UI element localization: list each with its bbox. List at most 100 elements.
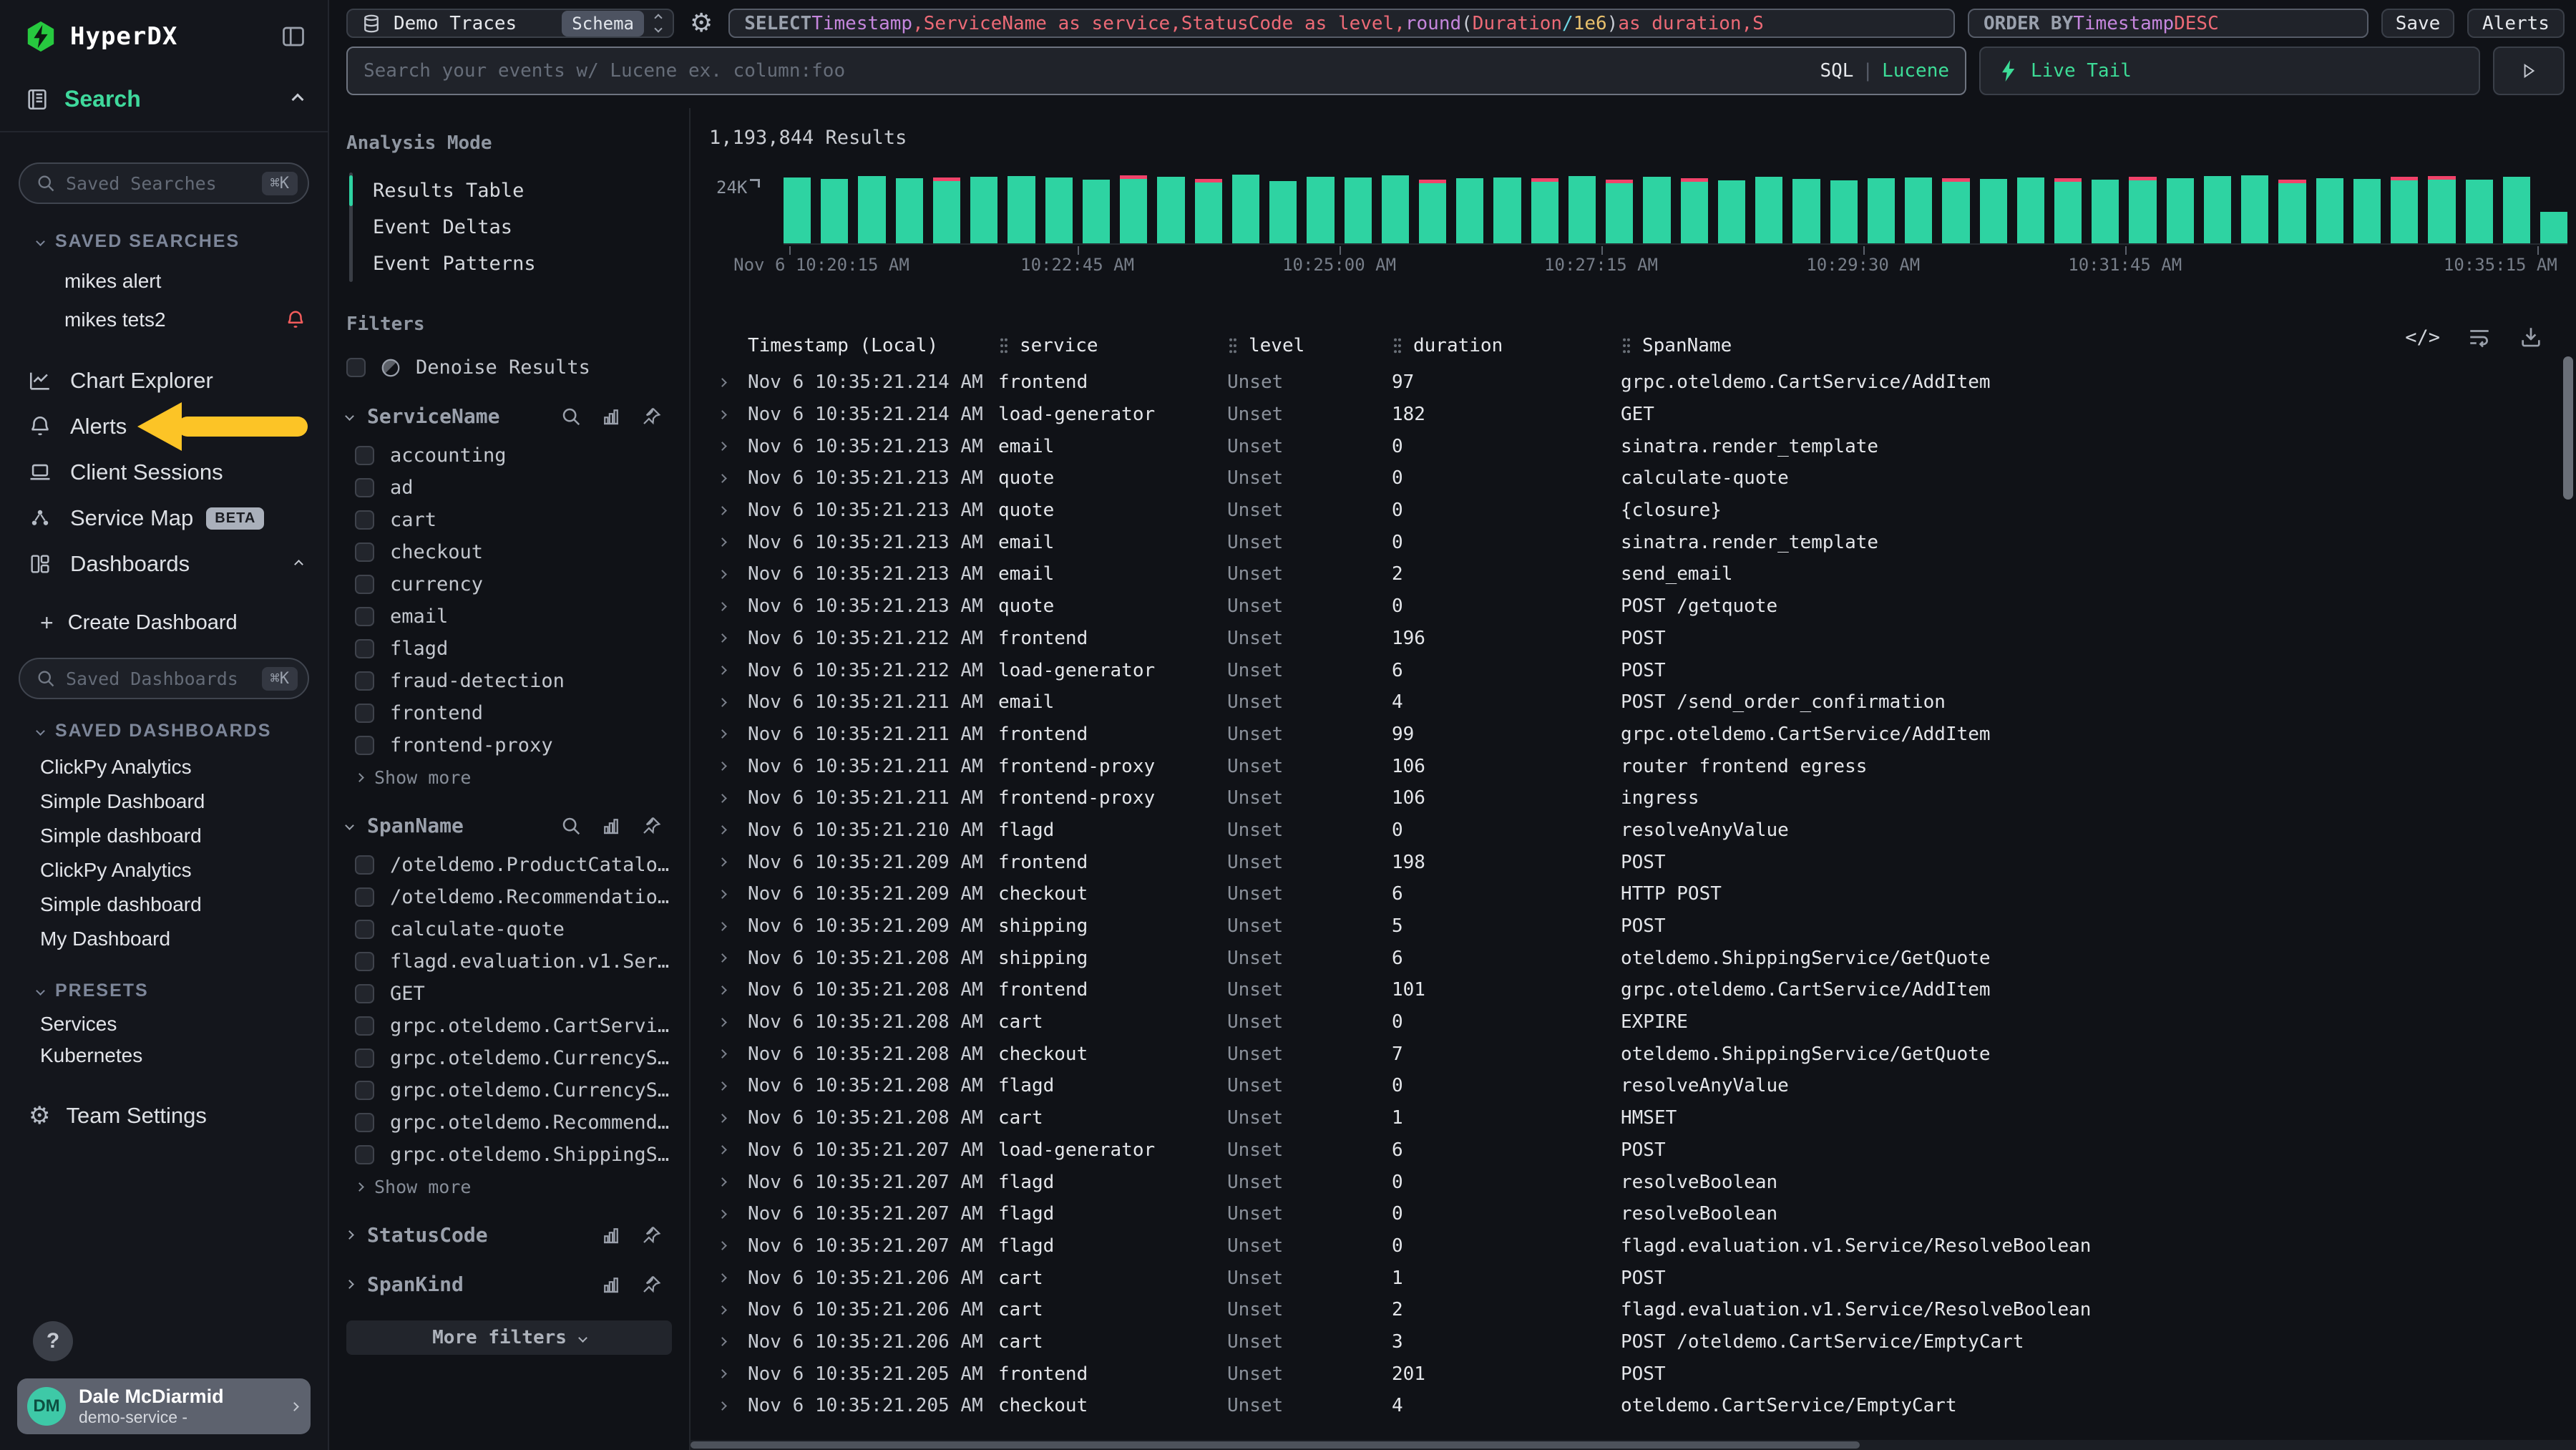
denoise-checkbox[interactable] (346, 358, 366, 377)
table-row[interactable]: Nov 6 10:35:21.206 AMcartUnset3POST /ote… (709, 1326, 2576, 1358)
filter-item[interactable]: cart (346, 504, 672, 536)
expand-row-button[interactable] (719, 539, 748, 545)
histogram-bar[interactable] (2278, 180, 2306, 243)
pin-icon[interactable] (640, 1274, 662, 1295)
histogram-bar[interactable] (1120, 175, 1147, 243)
expand-row-button[interactable] (719, 891, 748, 897)
histogram-bar[interactable] (1568, 176, 1596, 243)
histogram-bar[interactable] (1792, 179, 1820, 243)
filter-item[interactable]: /oteldemo.ProductCatalo… (346, 849, 672, 881)
histogram-bar[interactable] (1419, 180, 1446, 243)
view-source-code-icon[interactable]: </> (2405, 326, 2440, 349)
table-row[interactable]: Nov 6 10:35:21.213 AMquoteUnset0calculat… (709, 462, 2576, 495)
sidebar-collapse-icon[interactable] (280, 24, 306, 49)
column-header-service[interactable]: service (998, 335, 1227, 356)
histogram-bar[interactable] (1157, 177, 1184, 243)
filter-checkbox[interactable] (355, 952, 374, 971)
download-icon[interactable] (2519, 325, 2543, 349)
table-row[interactable]: Nov 6 10:35:21.211 AMemailUnset4POST /se… (709, 686, 2576, 719)
sidebar-item-dashboards[interactable]: Dashboards (0, 541, 328, 587)
vertical-scrollbar[interactable] (2563, 356, 2573, 500)
presets-section[interactable]: PRESETS (0, 981, 328, 1001)
histogram-bar[interactable] (2017, 177, 2044, 243)
table-row[interactable]: Nov 6 10:35:21.206 AMcartUnset1POST (709, 1262, 2576, 1294)
filter-checkbox[interactable] (355, 478, 374, 497)
filter-checkbox[interactable] (355, 671, 374, 691)
filter-item[interactable]: checkout (346, 536, 672, 568)
table-row[interactable]: Nov 6 10:35:21.207 AMload-generatorUnset… (709, 1134, 2576, 1167)
analysis-mode-option[interactable]: Results Table (353, 172, 672, 209)
histogram-bar[interactable] (821, 179, 848, 243)
histogram-bar[interactable] (858, 176, 885, 243)
histogram-bar[interactable] (1531, 178, 1558, 243)
table-row[interactable]: Nov 6 10:35:21.207 AMflagdUnset0flagd.ev… (709, 1230, 2576, 1262)
chart-icon[interactable] (600, 1274, 622, 1295)
histogram-bar[interactable] (2054, 178, 2082, 243)
horizontal-scrollbar[interactable] (691, 1440, 2576, 1450)
table-row[interactable]: Nov 6 10:35:21.211 AMfrontend-proxyUnset… (709, 750, 2576, 782)
expand-row-button[interactable] (719, 667, 748, 673)
histogram-bar[interactable] (1269, 181, 1297, 243)
histogram-bar[interactable] (1755, 177, 1782, 244)
sidebar-item-team-settings[interactable]: ⚙ Team Settings (0, 1090, 328, 1142)
help-button[interactable]: ? (33, 1321, 73, 1361)
histogram-bar[interactable] (1307, 177, 1334, 244)
table-row[interactable]: Nov 6 10:35:21.212 AMfrontendUnset196POS… (709, 623, 2576, 655)
table-row[interactable]: Nov 6 10:35:21.211 AMfrontendUnset99grpc… (709, 719, 2576, 751)
expand-row-button[interactable] (719, 859, 748, 865)
histogram-bar[interactable] (2316, 178, 2343, 243)
filter-item[interactable]: grpc.oteldemo.CartServi… (346, 1010, 672, 1042)
column-header-duration[interactable]: duration (1392, 335, 1621, 356)
sidebar-item-client-sessions[interactable]: Client Sessions (0, 449, 328, 495)
filter-item[interactable]: email (346, 600, 672, 633)
histogram-bar[interactable] (933, 177, 960, 243)
table-row[interactable]: Nov 6 10:35:21.213 AMemailUnset0sinatra.… (709, 526, 2576, 558)
filter-checkbox[interactable] (355, 1145, 374, 1164)
pin-icon[interactable] (640, 1225, 662, 1246)
saved-searches-input[interactable]: Saved Searches ⌘K (19, 162, 309, 204)
table-row[interactable]: Nov 6 10:35:21.211 AMfrontend-proxyUnset… (709, 782, 2576, 814)
histogram-bar[interactable] (2503, 177, 2530, 243)
data-source-select[interactable]: Demo Traces Schema (346, 9, 674, 38)
expand-row-button[interactable] (719, 923, 748, 930)
expand-row-button[interactable] (719, 1147, 748, 1153)
live-tail-button[interactable]: Live Tail (1979, 47, 2480, 95)
filter-item[interactable]: flagd (346, 633, 672, 665)
filter-item[interactable]: grpc.oteldemo.ShippingS… (346, 1139, 672, 1171)
histogram-bar[interactable] (1456, 178, 1483, 243)
expand-row-button[interactable] (719, 795, 748, 802)
table-row[interactable]: Nov 6 10:35:21.213 AMquoteUnset0POST /ge… (709, 590, 2576, 623)
schema-button[interactable]: Schema (562, 11, 644, 37)
sidebar-item-search[interactable]: Search (0, 67, 328, 132)
filter-item[interactable]: grpc.oteldemo.CurrencyS… (346, 1074, 672, 1106)
saved-dashboard-item[interactable]: Simple dashboard (0, 819, 328, 853)
histogram-bar[interactable] (2466, 180, 2493, 243)
histogram-bar[interactable] (2129, 177, 2156, 243)
filter-item[interactable]: frontend-proxy (346, 729, 672, 762)
save-button[interactable]: Save (2381, 9, 2454, 38)
saved-dashboard-item[interactable]: Simple dashboard (0, 887, 328, 922)
histogram-bar[interactable] (2391, 177, 2418, 244)
histogram-bar[interactable] (1830, 180, 1858, 243)
preset-item[interactable]: Services (0, 1008, 328, 1040)
histogram-bar[interactable] (2092, 180, 2119, 243)
chart-icon[interactable] (600, 1225, 622, 1246)
histogram-bar[interactable] (2540, 212, 2567, 244)
expand-row-button[interactable] (719, 1275, 748, 1281)
table-row[interactable]: Nov 6 10:35:21.209 AMfrontendUnset198POS… (709, 846, 2576, 878)
expand-row-button[interactable] (719, 731, 748, 737)
denoise-results-toggle[interactable]: Denoise Results (346, 356, 672, 379)
saved-dashboard-item[interactable]: My Dashboard (0, 922, 328, 956)
expand-row-button[interactable] (719, 412, 748, 418)
histogram-bar[interactable] (2167, 178, 2194, 243)
filter-checkbox[interactable] (355, 575, 374, 594)
histogram-bar[interactable] (1008, 176, 1035, 243)
sql-orderby-input[interactable]: ORDER BY Timestamp DESC (1968, 9, 2368, 38)
expand-row-button[interactable] (719, 1371, 748, 1377)
filter-checkbox[interactable] (355, 639, 374, 658)
histogram-bar[interactable] (2241, 175, 2268, 243)
expand-row-button[interactable] (719, 827, 748, 833)
pin-icon[interactable] (640, 406, 662, 427)
analysis-mode-option[interactable]: Event Deltas (353, 209, 672, 245)
table-row[interactable]: Nov 6 10:35:21.207 AMflagdUnset0resolveB… (709, 1166, 2576, 1198)
